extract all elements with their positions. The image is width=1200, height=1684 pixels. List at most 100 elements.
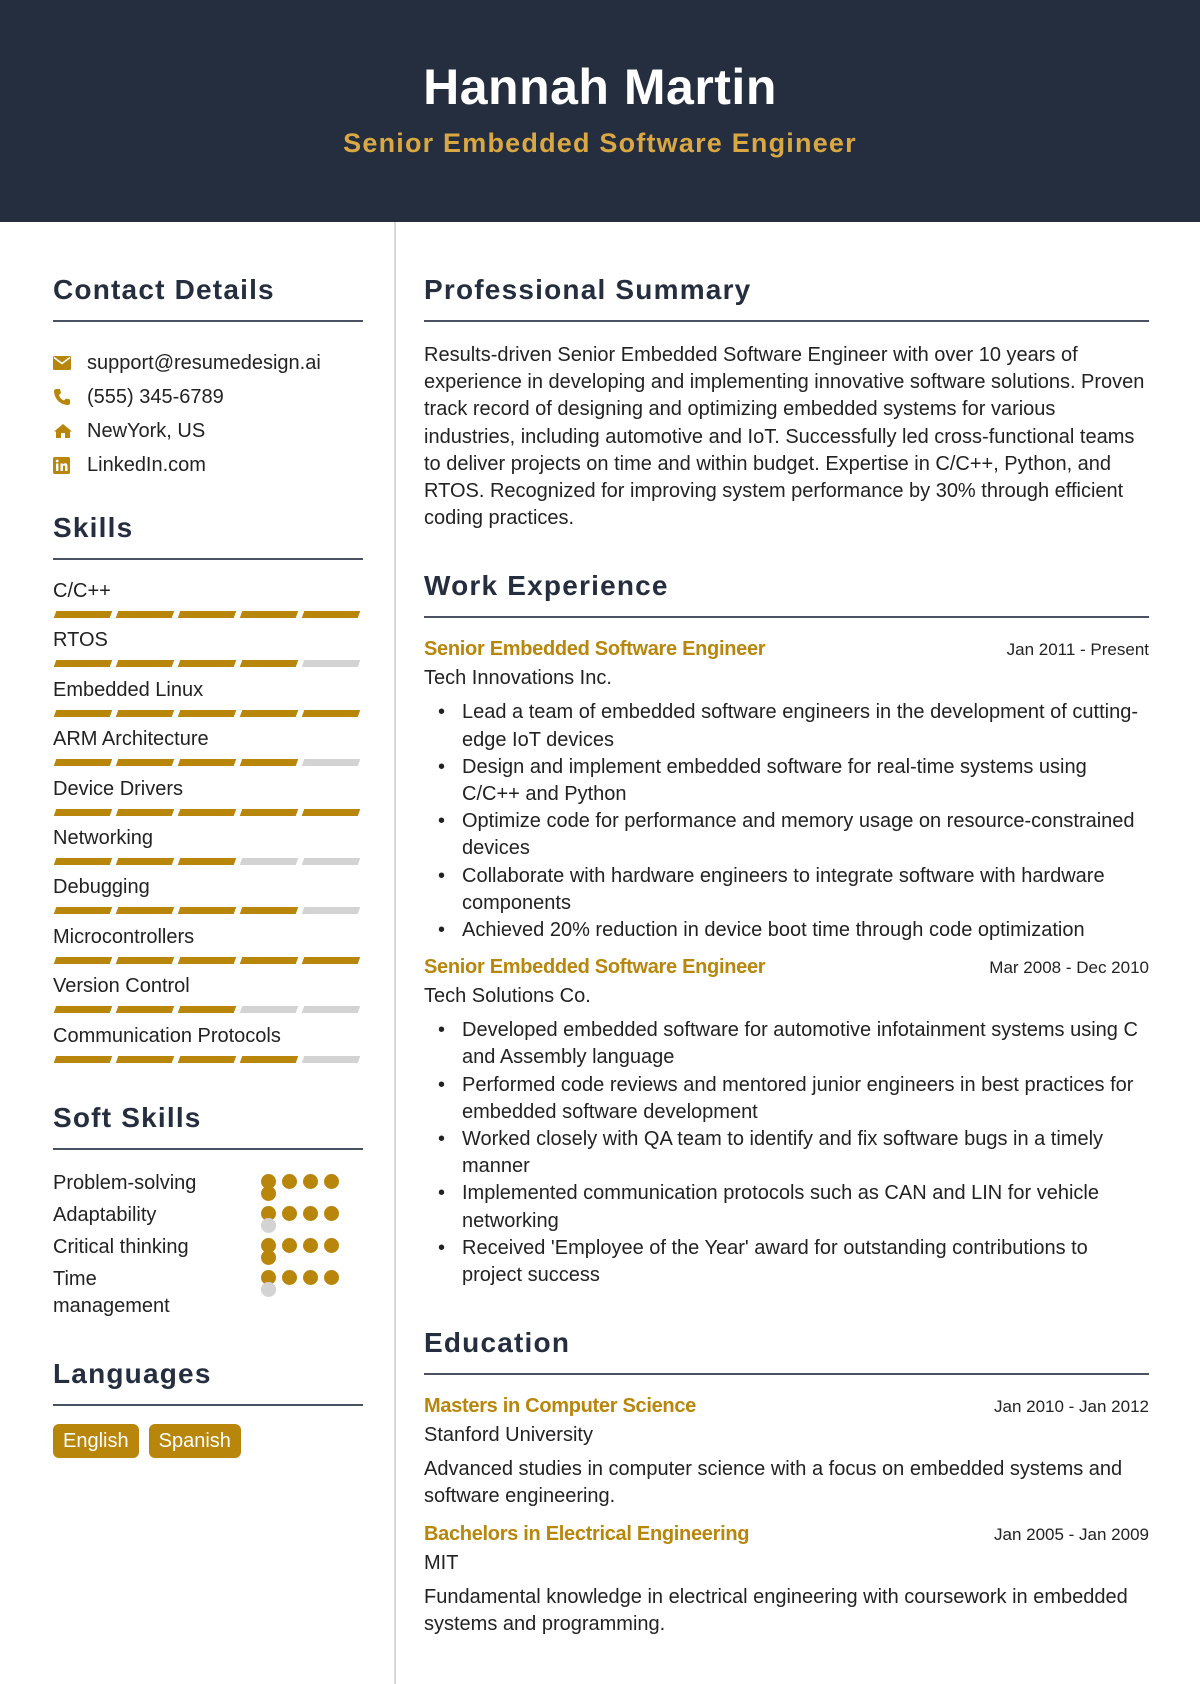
skill-segment-filled [53, 808, 113, 816]
rating-dot-filled [324, 1237, 339, 1253]
skill-segment-filled [53, 709, 113, 717]
skill-item: Embedded Linux [53, 677, 363, 726]
degree-title: Bachelors in Electrical Engineering [424, 1522, 750, 1545]
section-title-skills: Skills [53, 512, 363, 560]
skill-segment-filled [53, 1055, 113, 1063]
linkedin-icon [53, 456, 87, 474]
skill-segment-filled [177, 857, 237, 865]
soft-skill-rating [261, 1234, 345, 1266]
job-title: Senior Embedded Software Engineer [424, 956, 766, 979]
skill-segment-empty [301, 1006, 361, 1014]
section-title-education: Education [424, 1327, 1149, 1376]
job-bullet: Developed embedded software for automoti… [424, 1017, 1149, 1071]
job-bullet: Received 'Employee of the Year' award fo… [424, 1235, 1149, 1289]
skill-segment-filled [239, 611, 299, 618]
soft-skill-item: Critical thinking [53, 1234, 363, 1266]
rating-dot-filled [303, 1237, 318, 1253]
skill-name: Networking [53, 826, 154, 849]
soft-skill-rating [261, 1266, 345, 1320]
job-bullets: Developed embedded software for automoti… [424, 1017, 1149, 1289]
skill-segment-filled [115, 1006, 175, 1014]
skill-level-bar [53, 1006, 363, 1014]
rating-dot-filled [324, 1205, 339, 1221]
skill-name: Communication Protocols [53, 1024, 281, 1047]
contact-email[interactable]: support@resumedesign.ai [53, 346, 363, 380]
skill-segment-filled [239, 1055, 299, 1063]
skill-segment-filled [53, 759, 113, 767]
skill-level-bar [53, 808, 363, 816]
skill-segment-filled [239, 759, 299, 767]
skill-item: Device Drivers [53, 776, 363, 825]
skill-segment-filled [53, 857, 113, 865]
soft-skill-name: Time management [53, 1267, 170, 1317]
skill-segment-filled [115, 709, 175, 717]
left-column: Contact Details support@resumedesign.ai … [53, 222, 363, 1458]
skill-segment-filled [301, 808, 361, 816]
contact-linkedin-text: LinkedIn.com [87, 453, 206, 476]
soft-skill-name: Critical thinking [53, 1235, 189, 1258]
job-bullet: Worked closely with QA team to identify … [424, 1126, 1149, 1180]
skill-segment-filled [177, 709, 237, 717]
rating-dot-filled [282, 1237, 297, 1253]
section-title-languages: Languages [53, 1358, 363, 1406]
skill-segment-filled [115, 1055, 175, 1063]
contact-linkedin[interactable]: LinkedIn.com [53, 448, 363, 482]
rating-dot-filled [303, 1269, 318, 1285]
rating-dot-filled [261, 1249, 276, 1265]
skill-segment-filled [177, 1055, 237, 1063]
skill-level-bar [53, 709, 363, 717]
rating-dot-filled [303, 1173, 318, 1189]
candidate-title: Senior Embedded Software Engineer [343, 128, 857, 158]
skill-segment-filled [301, 956, 361, 964]
skill-segment-filled [239, 956, 299, 964]
job-bullet: Collaborate with hardware engineers to i… [424, 863, 1149, 917]
skill-item: Version Control [53, 973, 363, 1022]
skill-level-bar [53, 907, 363, 915]
skill-segment-filled [53, 956, 113, 964]
rating-dot-empty [261, 1217, 276, 1233]
education-entry: Masters in Computer Science Jan 2010 - J… [424, 1395, 1149, 1510]
job-company: Tech Solutions Co. [424, 985, 591, 1008]
contact-phone-text: (555) 345-6789 [87, 385, 224, 408]
soft-skills-section: Soft Skills Problem-solving Adaptability C… [53, 1102, 363, 1320]
skill-segment-empty [301, 660, 361, 668]
education-section: Education Masters in Computer Science Ja… [424, 1327, 1149, 1638]
job-company: Tech Innovations Inc. [424, 667, 612, 690]
skill-segment-filled [177, 660, 237, 668]
contact-location: NewYork, US [53, 414, 363, 448]
summary-section: Professional Summary Results-driven Seni… [424, 274, 1149, 532]
right-column: Professional Summary Results-driven Seni… [424, 222, 1149, 1638]
skill-name: Embedded Linux [53, 678, 204, 701]
contact-email-text: support@resumedesign.ai [87, 351, 321, 374]
skill-segment-empty [301, 857, 361, 865]
rating-dot-filled [261, 1185, 276, 1201]
skill-name: ARM Architecture [53, 728, 209, 751]
skill-segment-filled [177, 956, 237, 964]
skill-name: Device Drivers [53, 777, 184, 800]
soft-skill-item: Time management [53, 1266, 363, 1320]
skill-level-bar [53, 660, 363, 668]
skill-item: ARM Architecture [53, 726, 363, 775]
work-experience-section: Work Experience Senior Embedded Software… [424, 570, 1149, 1289]
envelope-icon [53, 356, 87, 370]
skill-segment-filled [115, 660, 175, 668]
phone-icon [53, 388, 87, 406]
skill-item: RTOS [53, 627, 363, 676]
skill-segment-filled [177, 808, 237, 816]
skill-segment-filled [177, 1006, 237, 1014]
contact-phone[interactable]: (555) 345-6789 [53, 380, 363, 414]
soft-skill-rating [261, 1202, 345, 1234]
soft-skill-item: Adaptability [53, 1202, 363, 1234]
skill-item: C/C++ [53, 578, 363, 627]
soft-skill-list: Problem-solving Adaptability Critical thin… [53, 1170, 363, 1320]
rating-dot-filled [324, 1269, 339, 1285]
skill-segment-empty [239, 857, 299, 865]
skill-name: RTOS [53, 629, 108, 652]
skill-segment-filled [177, 759, 237, 767]
skill-segment-empty [301, 759, 361, 767]
skill-level-bar [53, 611, 363, 618]
candidate-name: Hannah Martin [423, 59, 777, 115]
skill-name: Version Control [53, 975, 190, 998]
school-name: MIT [424, 1551, 459, 1574]
education-dates: Jan 2010 - Jan 2012 [993, 1397, 1149, 1417]
